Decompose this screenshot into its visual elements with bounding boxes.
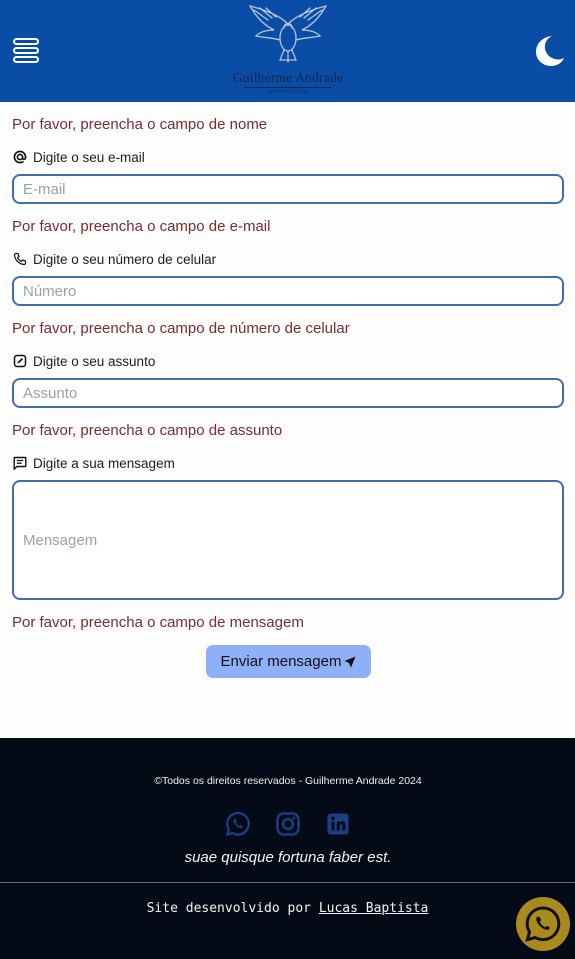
phone-icon	[12, 251, 28, 267]
chat-message-icon	[12, 455, 28, 471]
subject-error-message: Por favor, preencha o campo de assunto	[12, 422, 283, 439]
message-label-text: Digite a sua mensagem	[33, 455, 175, 471]
subject-input[interactable]	[12, 378, 564, 408]
at-sign-icon	[12, 149, 28, 165]
footer-whatsapp-link[interactable]	[225, 811, 251, 837]
phone-error-message: Por favor, preencha o campo de número de…	[12, 320, 350, 337]
copyright-text: ©Todos os direitos reservados - Guilherm…	[154, 775, 422, 787]
email-error-message: Por favor, preencha o campo de e-mail	[12, 218, 271, 235]
site-footer: ©Todos os direitos reservados - Guilherm…	[0, 738, 575, 959]
developer-link[interactable]: Lucas Baptista	[319, 901, 429, 916]
message-textarea[interactable]	[12, 480, 564, 600]
send-arrow-icon	[344, 656, 356, 667]
email-label-text: Digite o seu e-mail	[33, 149, 145, 165]
menu-icon-bar	[13, 38, 39, 45]
logo-name: Guilherme Andrade	[232, 70, 344, 85]
theme-toggle-button[interactable]	[534, 34, 566, 68]
developer-credit: Site desenvolvido por Lucas Baptista	[0, 901, 575, 916]
instagram-icon	[276, 812, 300, 836]
footer-divider	[0, 882, 575, 883]
phone-input[interactable]	[12, 276, 564, 306]
subject-label-text: Digite o seu assunto	[33, 353, 156, 369]
send-message-label: Enviar mensagem	[220, 653, 342, 670]
email-label: Digite o seu e-mail	[12, 149, 145, 165]
send-message-button[interactable]: Enviar mensagem	[206, 645, 371, 678]
footer-instagram-link[interactable]	[275, 811, 301, 837]
eagle-logo-icon	[248, 4, 328, 63]
edit-square-icon	[12, 353, 28, 369]
logo-divider	[244, 87, 332, 88]
logo-subtitle: ADVOCACIA	[267, 89, 309, 95]
name-error-message: Por favor, preencha o campo de nome	[12, 116, 268, 133]
site-logo[interactable]: Guilherme Andrade ADVOCACIA	[222, 2, 354, 100]
message-label: Digite a sua mensagem	[12, 455, 175, 471]
phone-label-text: Digite o seu número de celular	[33, 251, 217, 267]
phone-label: Digite o seu número de celular	[12, 251, 216, 267]
menu-button[interactable]	[12, 36, 42, 66]
whatsapp-floating-button[interactable]	[516, 897, 570, 951]
linkedin-icon	[327, 813, 349, 835]
message-error-message: Por favor, preencha o campo de mensagem	[12, 614, 304, 631]
menu-icon-bar	[13, 47, 39, 54]
subject-label: Digite o seu assunto	[12, 353, 155, 369]
email-input[interactable]	[12, 174, 564, 204]
moon-icon	[536, 36, 564, 66]
whatsapp-icon	[525, 906, 561, 942]
credit-prefix: Site desenvolvido por	[146, 901, 311, 916]
footer-motto: suae quisque fortuna faber est.	[184, 849, 392, 866]
footer-linkedin-link[interactable]	[325, 811, 351, 837]
whatsapp-icon	[225, 811, 250, 837]
menu-icon-bar	[13, 56, 39, 63]
site-header: Guilherme Andrade ADVOCACIA	[0, 0, 575, 102]
